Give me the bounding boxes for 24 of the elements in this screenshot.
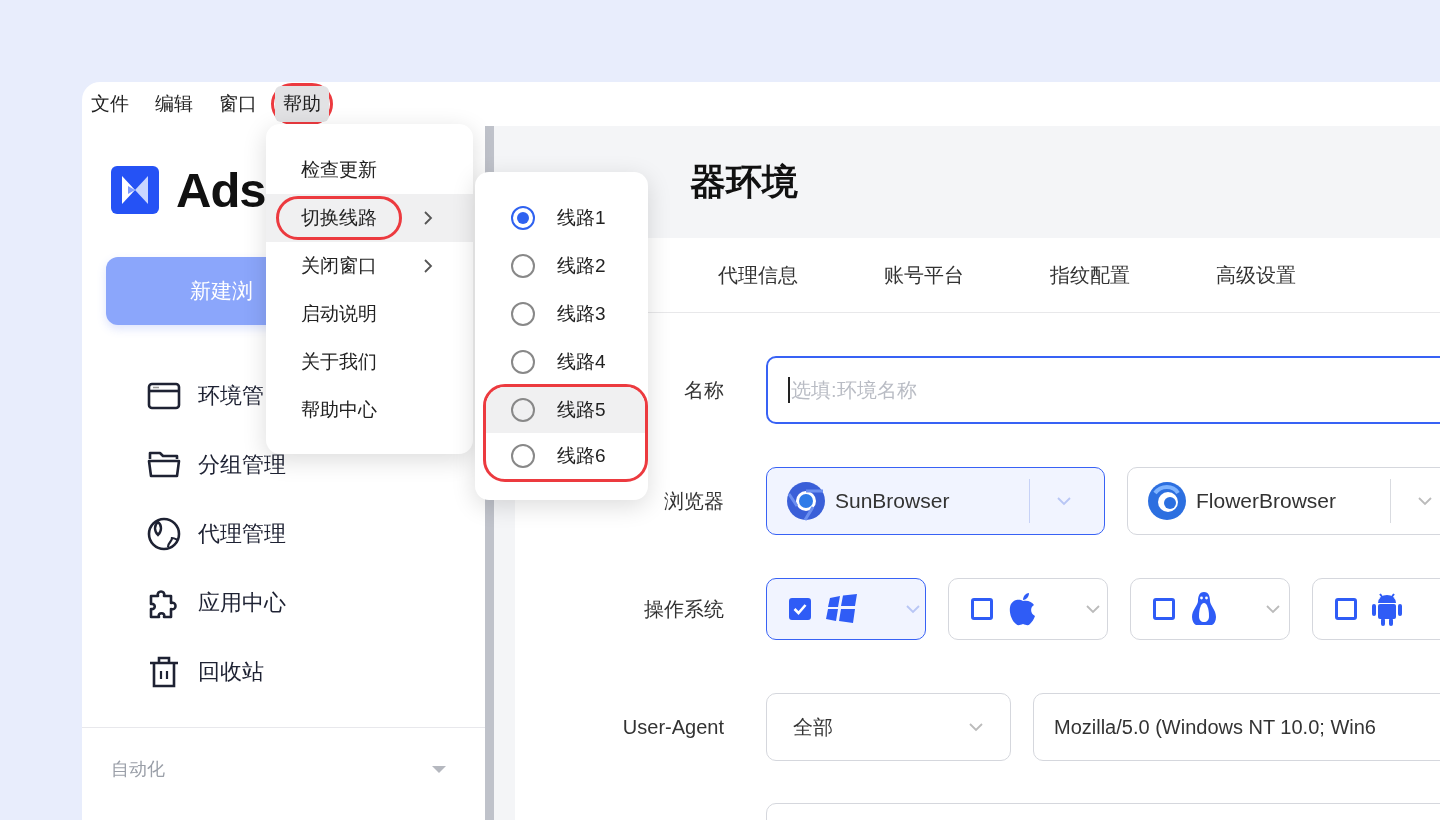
menu-item-label: 关于我们 — [301, 351, 377, 372]
field-label: 操作系统 — [644, 596, 724, 622]
menu-item-label: 线路5 — [557, 398, 606, 422]
select-value: 全部 — [793, 714, 833, 740]
logo-text: Ads — [176, 162, 266, 218]
field-label: User-Agent — [622, 715, 724, 739]
field-label: 名称 — [684, 377, 724, 403]
menu-item-label: 检查更新 — [301, 159, 377, 180]
browser-name: FlowerBrowser — [1196, 489, 1338, 513]
menu-item-label: 启动说明 — [301, 303, 377, 324]
page-title: 器环境 — [690, 159, 798, 204]
menu-item-label: 线路4 — [557, 350, 606, 374]
field-value: Mozilla/5.0 (Windows NT 10.0; Win6 — [1054, 715, 1376, 739]
section-label: 自动化 — [111, 758, 165, 781]
menu-item-label: 线路1 — [557, 206, 606, 230]
menu-item-label: 线路2 — [557, 254, 606, 278]
menu-item-label: 帮助中心 — [301, 399, 377, 420]
menu-item-label: 线路3 — [557, 302, 606, 326]
menu-item-label: 关闭窗口 — [301, 255, 377, 276]
browser-name: SunBrowser — [835, 489, 951, 513]
menu-item-label: 线路6 — [557, 444, 606, 468]
field-label: 浏览器 — [664, 488, 724, 514]
placeholder: 选填:环境名称 — [791, 377, 917, 403]
menu-item-label: 切换线路 — [301, 207, 377, 228]
